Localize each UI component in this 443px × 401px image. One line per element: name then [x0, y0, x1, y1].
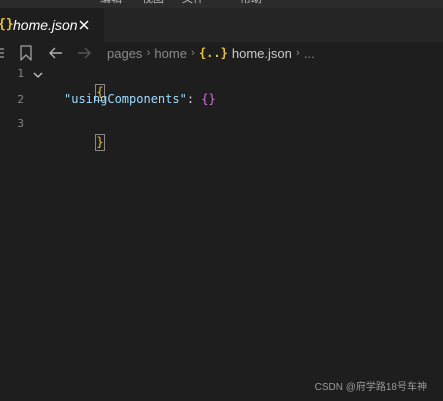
json-value: {}: [201, 92, 216, 106]
line-number: 2: [17, 93, 24, 106]
menu-bar: 编辑 视图 文件 帮助: [0, 0, 443, 8]
back-arrow-icon[interactable]: [48, 44, 64, 66]
tab-bar: {} home.json: [0, 8, 443, 42]
tab-label: home.json: [13, 17, 78, 33]
close-icon[interactable]: [76, 17, 92, 33]
breadcrumb: pages › home › {..} home.json › ...: [107, 42, 315, 64]
tab-home-json[interactable]: {} home.json: [0, 8, 104, 42]
list-icon[interactable]: [0, 44, 6, 66]
forward-arrow-icon[interactable]: [76, 44, 92, 66]
editor-toolbar: pages › home › {..} home.json › ...: [0, 42, 443, 64]
menu-item-help[interactable]: 帮助: [240, 0, 262, 6]
line-number: 3: [17, 117, 24, 130]
line-number: 1: [17, 67, 24, 80]
bookmark-icon[interactable]: [19, 44, 33, 66]
code-editor[interactable]: 1 { 2 "usingComponents": {} 3 }: [0, 64, 443, 401]
chevron-right-icon: ›: [191, 47, 195, 59]
code-line: 2 "usingComponents": {}: [0, 90, 443, 109]
chevron-right-icon: ›: [146, 47, 151, 59]
chevron-down-icon[interactable]: [32, 68, 44, 80]
code-text: "usingComponents": {}: [64, 90, 216, 109]
json-colon: :: [186, 92, 202, 106]
watermark: CSDN @府学路18号车神: [314, 382, 427, 393]
code-line: 1 {: [0, 64, 443, 101]
breadcrumb-item-home[interactable]: home: [154, 46, 187, 61]
chevron-right-icon: ›: [296, 47, 300, 59]
code-text: }: [52, 114, 105, 171]
menu-item-edit[interactable]: 编辑: [100, 0, 122, 6]
json-key: "usingComponents": [64, 92, 187, 106]
close-brace: }: [95, 134, 105, 151]
breadcrumb-item-file[interactable]: home.json: [232, 46, 292, 61]
menu-item-file[interactable]: 文件: [182, 0, 204, 6]
json-file-icon: {..}: [198, 46, 228, 60]
code-line: 3 }: [0, 114, 443, 151]
json-file-icon: {}: [0, 17, 14, 32]
menu-item-view[interactable]: 视图: [142, 0, 164, 6]
breadcrumb-more[interactable]: ...: [304, 46, 315, 61]
breadcrumb-item-pages[interactable]: pages: [107, 46, 142, 61]
